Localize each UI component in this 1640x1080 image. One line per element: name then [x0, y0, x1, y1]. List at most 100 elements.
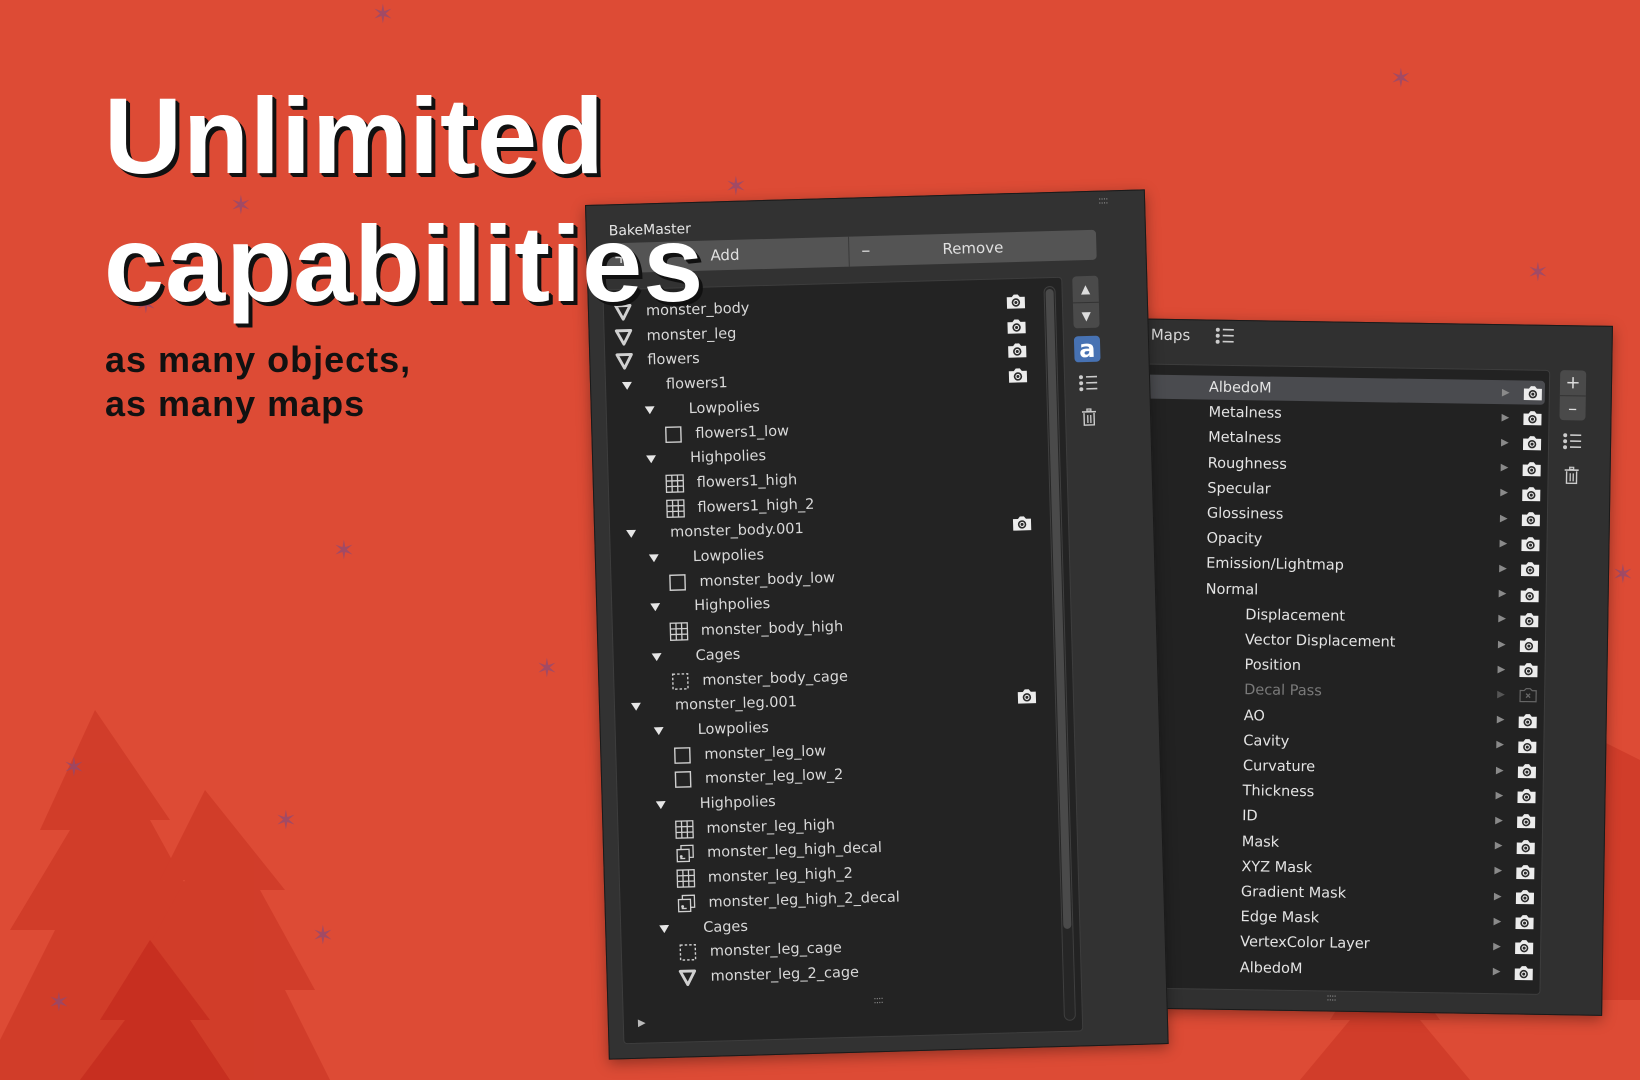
tree-item[interactable]: monster_leg.001	[630, 690, 798, 719]
expand-arrow-icon[interactable]: ▶	[1500, 487, 1508, 498]
tree-item[interactable]: monster_leg_cage	[678, 936, 843, 965]
tree-item[interactable]: monster_body_cage	[670, 664, 848, 693]
expand-arrow-icon[interactable]: ▶	[1501, 412, 1509, 423]
expand-arrow-icon[interactable]: ▶	[1499, 588, 1507, 599]
expand-triangle-icon[interactable]	[653, 726, 664, 736]
tree-item[interactable]: monster_body_low	[667, 566, 835, 595]
camera-icon[interactable]	[1522, 460, 1542, 476]
resize-grip[interactable]: ::::	[1326, 993, 1336, 1004]
expand-triangle-icon[interactable]	[659, 924, 670, 933]
expand-arrow-icon[interactable]: ▶	[1496, 739, 1504, 750]
camera-icon[interactable]	[1516, 813, 1536, 829]
tree-item[interactable]: monster_body_high	[669, 615, 844, 644]
expand-arrow-icon[interactable]: ▶	[1496, 765, 1504, 776]
scrollbar-thumb[interactable]	[1045, 288, 1072, 929]
camera-disabled-icon[interactable]	[1518, 687, 1538, 703]
expand-triangle-icon[interactable]	[650, 603, 661, 612]
tree-item[interactable]: flowers1	[621, 371, 728, 398]
tree-item[interactable]: monster_leg_high_2_decal	[676, 885, 900, 915]
tree-item[interactable]: monster_leg_low_2	[673, 763, 844, 792]
tree-item[interactable]: Lowpolies	[653, 716, 769, 743]
camera-icon[interactable]	[1515, 863, 1535, 880]
camera-icon[interactable]	[1012, 515, 1032, 532]
remove-button[interactable]: – Remove	[847, 229, 1097, 267]
tree-item[interactable]: monster_body.001	[626, 517, 804, 546]
expand-arrow-icon[interactable]: ▶	[1497, 664, 1505, 675]
camera-icon[interactable]	[1518, 662, 1538, 678]
expand-arrow-icon[interactable]: ▶	[1497, 689, 1505, 700]
camera-icon[interactable]	[1516, 838, 1536, 854]
expand-triangle-icon[interactable]	[646, 455, 657, 464]
tree-item[interactable]: flowers1_high_2	[665, 492, 815, 520]
camera-icon[interactable]	[1006, 293, 1026, 310]
expand-arrow-icon[interactable]: ▶	[1501, 462, 1509, 473]
objects-tree[interactable]: ▶ :::: monster_body monster_leg flowers flo…	[602, 276, 1084, 1045]
camera-icon[interactable]	[1519, 636, 1539, 653]
camera-icon[interactable]	[1514, 914, 1534, 930]
expand-triangle-icon[interactable]	[630, 702, 641, 711]
expand-arrow-icon[interactable]: ▶	[1495, 840, 1503, 851]
tree-item[interactable]: monster_leg_low	[672, 739, 826, 767]
tree-item[interactable]: flowers	[615, 347, 700, 373]
camera-icon[interactable]	[1017, 688, 1037, 705]
expand-arrow-icon[interactable]: ▶	[1499, 538, 1507, 549]
camera-icon[interactable]	[1521, 485, 1541, 502]
expand-arrow-icon[interactable]: ▶	[1493, 916, 1501, 927]
camera-icon[interactable]	[1519, 611, 1539, 628]
auto-name-button[interactable]: a	[1073, 335, 1101, 363]
camera-icon[interactable]	[1514, 939, 1534, 955]
camera-icon[interactable]	[1522, 435, 1542, 451]
expand-triangle-icon[interactable]	[655, 800, 666, 810]
tree-item[interactable]: Cages	[659, 914, 748, 940]
expand-triangle-icon[interactable]	[621, 381, 632, 390]
maps-list-menu-button[interactable]	[1559, 428, 1585, 454]
tree-item[interactable]: Lowpolies	[644, 395, 760, 422]
move-down-button[interactable]: ▼	[1072, 301, 1100, 329]
expand-arrow-icon[interactable]: ▶	[1498, 639, 1506, 650]
camera-icon[interactable]	[1520, 536, 1540, 552]
camera-icon[interactable]	[1520, 586, 1540, 602]
camera-icon[interactable]	[1006, 317, 1026, 334]
expand-arrow-icon[interactable]: ▶	[1499, 563, 1507, 574]
tree-item[interactable]: monster_leg_2_cage	[678, 961, 859, 990]
expand-triangle-icon[interactable]	[626, 529, 637, 539]
expand-arrow-icon[interactable]: ▶	[1495, 790, 1503, 801]
expand-arrow-icon[interactable]: ▶	[1501, 437, 1509, 448]
tree-list-menu-button[interactable]	[1075, 370, 1102, 397]
expand-triangle-icon[interactable]	[648, 554, 659, 563]
add-map-button[interactable]: +	[1560, 370, 1586, 395]
expand-arrow-icon[interactable]: ▶	[1493, 966, 1501, 977]
tree-item[interactable]: Highpolies	[655, 790, 776, 817]
expand-arrow-icon[interactable]: ▶	[1493, 941, 1501, 952]
move-up-button[interactable]: ▲	[1072, 276, 1099, 303]
maps-trash-button[interactable]	[1558, 462, 1584, 488]
expand-arrow-icon[interactable]: ▶	[1495, 815, 1503, 826]
expand-arrow-icon[interactable]: ▶	[638, 1018, 646, 1029]
expand-arrow-icon[interactable]: ▶	[1502, 387, 1510, 398]
expand-arrow-icon[interactable]: ▶	[1497, 714, 1505, 725]
camera-icon[interactable]	[1516, 788, 1536, 804]
camera-icon[interactable]	[1514, 964, 1534, 980]
expand-arrow-icon[interactable]: ▶	[1500, 513, 1508, 524]
resize-grip[interactable]: ::::	[873, 995, 883, 1006]
tree-trash-button[interactable]	[1076, 404, 1103, 431]
maps-list[interactable]: 1AlbedoM▶2Metalness▶3Metalness▶4Roughnes…	[1110, 363, 1551, 995]
tree-item[interactable]: Lowpolies	[648, 543, 765, 570]
camera-icon[interactable]	[1515, 888, 1535, 905]
camera-icon[interactable]	[1007, 342, 1027, 359]
expand-arrow-icon[interactable]: ▶	[1494, 891, 1502, 902]
list-icon[interactable]	[1214, 327, 1234, 345]
camera-icon[interactable]	[1521, 511, 1541, 527]
remove-map-button[interactable]: –	[1559, 395, 1586, 421]
tree-item[interactable]: flowers1_high	[664, 468, 797, 496]
camera-icon[interactable]	[1008, 367, 1028, 384]
camera-icon[interactable]	[1518, 712, 1538, 728]
expand-arrow-icon[interactable]: ▶	[1498, 613, 1506, 624]
map-row[interactable]: 24AlbedoM▶	[1118, 954, 1536, 985]
panel-grip[interactable]: ::::	[1098, 195, 1108, 206]
tree-item[interactable]: Highpolies	[646, 444, 767, 471]
expand-triangle-icon[interactable]	[651, 652, 662, 661]
camera-icon[interactable]	[1523, 385, 1543, 401]
tree-item[interactable]: Highpolies	[650, 592, 771, 619]
camera-icon[interactable]	[1517, 762, 1537, 779]
